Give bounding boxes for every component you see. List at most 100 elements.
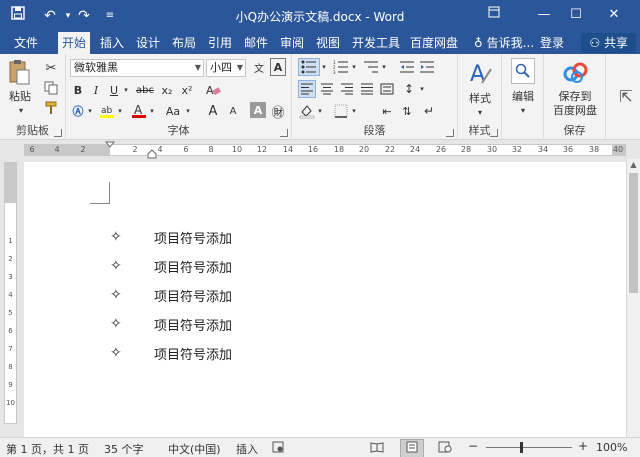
list-item[interactable]: ✧ 项目符号添加	[110, 313, 232, 335]
numbering-icon[interactable]: 123	[332, 58, 350, 76]
bold-button[interactable]: B	[70, 81, 86, 99]
copy-icon[interactable]	[42, 80, 60, 96]
print-layout-icon[interactable]	[400, 439, 424, 457]
shading-icon[interactable]	[298, 102, 316, 120]
vertical-scrollbar[interactable]: ▲	[626, 159, 640, 437]
superscript-button[interactable]: x²	[178, 81, 196, 99]
read-mode-icon[interactable]	[370, 441, 384, 456]
horizontal-ruler[interactable]: 6 4 2 2 4 6 8 10 12 14 16 18 20 22 24 26…	[0, 141, 640, 159]
strikethrough-button[interactable]: abc	[134, 81, 156, 99]
char-border-icon[interactable]: A	[270, 58, 286, 76]
highlight-dropdown-icon[interactable]: ▾	[116, 102, 124, 120]
save-button-line2[interactable]: 百度网盘	[544, 104, 606, 117]
chinese-layout-icon[interactable]: ⇤	[378, 102, 396, 120]
sort-icon[interactable]: ⇅	[398, 102, 416, 120]
enclose-chars-icon[interactable]: ㊖	[270, 102, 286, 121]
shrink-font-button[interactable]: A	[224, 102, 242, 120]
line-spacing-icon[interactable]: ↕	[400, 80, 418, 98]
macro-record-icon[interactable]	[272, 441, 284, 456]
line-spacing-dropdown-icon[interactable]: ▾	[418, 80, 426, 98]
document-page[interactable]: ✧ 项目符号添加 ✧ 项目符号添加 ✧ 项目符号添加 ✧ 项目符号添加 ✧ 项目…	[24, 162, 626, 437]
paste-dropdown-icon[interactable]: ▾	[16, 104, 26, 117]
align-right-icon[interactable]	[338, 80, 356, 98]
zoom-in-icon[interactable]: +	[578, 439, 588, 453]
web-layout-icon[interactable]	[438, 441, 452, 456]
language-indicator[interactable]: 中文(中国)	[168, 441, 221, 457]
redo-icon[interactable]: ↷	[74, 6, 94, 26]
format-painter-icon[interactable]	[42, 100, 60, 116]
paragraph-launcher-icon[interactable]	[446, 129, 454, 137]
styles-launcher-icon[interactable]	[490, 129, 498, 137]
login-link[interactable]: 登录	[536, 32, 568, 54]
numbering-dropdown-icon[interactable]: ▾	[350, 58, 358, 76]
tab-baidu-netdisk[interactable]: 百度网盘	[406, 32, 462, 54]
zoom-slider[interactable]	[486, 447, 572, 448]
list-item[interactable]: ✧ 项目符号添加	[110, 226, 232, 248]
char-shading-icon[interactable]: A	[250, 102, 266, 118]
editing-dropdown-icon[interactable]: ▾	[502, 104, 544, 117]
font-color-dropdown-icon[interactable]: ▾	[148, 102, 156, 120]
cut-icon[interactable]: ✂	[42, 60, 60, 76]
show-marks-icon[interactable]: ↵	[420, 102, 438, 120]
hanging-indent-marker[interactable]	[147, 149, 157, 159]
styles-button[interactable]: 样式	[458, 92, 502, 105]
share-button[interactable]: ⚇ 共享	[581, 33, 636, 53]
underline-button[interactable]: U	[106, 81, 122, 99]
styles-dropdown-icon[interactable]: ▾	[458, 106, 502, 119]
tab-references[interactable]: 引用	[204, 32, 236, 54]
word-count[interactable]: 35 个字	[104, 441, 144, 457]
tab-layout[interactable]: 布局	[168, 32, 200, 54]
scroll-up-icon[interactable]: ▲	[627, 159, 640, 171]
text-effects-dropdown-icon[interactable]: ▾	[86, 102, 94, 120]
first-line-indent-marker[interactable]	[105, 141, 115, 159]
text-effects-icon[interactable]: Ⓐ	[70, 102, 86, 120]
tab-file[interactable]: 文件	[10, 32, 42, 54]
increase-indent-icon[interactable]	[418, 58, 436, 76]
change-case-button[interactable]: Aa	[162, 102, 184, 120]
distributed-icon[interactable]	[378, 80, 396, 98]
multilevel-list-icon[interactable]	[362, 58, 380, 76]
list-item[interactable]: ✧ 项目符号添加	[110, 284, 232, 306]
tab-view[interactable]: 视图	[312, 32, 344, 54]
borders-dropdown-icon[interactable]: ▾	[350, 102, 358, 120]
font-size-select[interactable]: 小四 ▼	[206, 59, 246, 77]
customize-quick-access-icon[interactable]: ≡	[100, 6, 120, 26]
borders-icon[interactable]	[332, 102, 350, 120]
grow-font-button[interactable]: A	[204, 102, 222, 120]
insert-mode[interactable]: 插入	[236, 441, 258, 457]
page-count[interactable]: 第 1 页，共 1 页	[6, 441, 89, 457]
scrollbar-thumb[interactable]	[629, 173, 638, 293]
paste-button[interactable]: 粘贴	[4, 90, 36, 103]
clear-formatting-icon[interactable]: A	[204, 81, 222, 99]
clipboard-launcher-icon[interactable]	[54, 129, 62, 137]
tab-home[interactable]: 开始	[58, 32, 91, 54]
styles-icon[interactable]: A	[466, 58, 494, 88]
change-case-dropdown-icon[interactable]: ▾	[184, 102, 192, 120]
align-center-icon[interactable]	[318, 80, 336, 98]
ribbon-display-options-icon[interactable]	[480, 4, 508, 26]
list-item[interactable]: ✧ 项目符号添加	[110, 342, 232, 364]
font-launcher-icon[interactable]	[280, 129, 288, 137]
bullets-icon[interactable]	[298, 58, 320, 76]
baidu-netdisk-icon[interactable]	[562, 58, 590, 86]
tab-review[interactable]: 审阅	[276, 32, 308, 54]
phonetic-guide-icon[interactable]: 文	[250, 58, 268, 76]
minimize-icon[interactable]: —	[530, 4, 558, 26]
justify-icon[interactable]	[358, 80, 376, 98]
italic-button[interactable]: I	[88, 81, 104, 99]
tab-insert[interactable]: 插入	[96, 32, 128, 54]
save-button-line1[interactable]: 保存到	[544, 90, 606, 103]
zoom-out-icon[interactable]: −	[468, 439, 478, 453]
zoom-level[interactable]: 100%	[596, 441, 627, 454]
list-item[interactable]: ✧ 项目符号添加	[110, 255, 232, 277]
underline-dropdown-icon[interactable]: ▾	[122, 81, 130, 99]
tab-design[interactable]: 设计	[132, 32, 164, 54]
tab-developer[interactable]: 开发工具	[348, 32, 404, 54]
font-name-select[interactable]: 微软雅黑 ▼	[70, 59, 204, 77]
font-color-icon[interactable]: A	[130, 102, 148, 120]
zoom-slider-thumb[interactable]	[520, 442, 523, 453]
tell-me-box[interactable]: ♁ 告诉我...	[470, 32, 538, 54]
find-icon[interactable]	[511, 58, 535, 84]
close-icon[interactable]: ✕	[600, 4, 628, 26]
editing-button[interactable]: 编辑	[502, 90, 544, 103]
